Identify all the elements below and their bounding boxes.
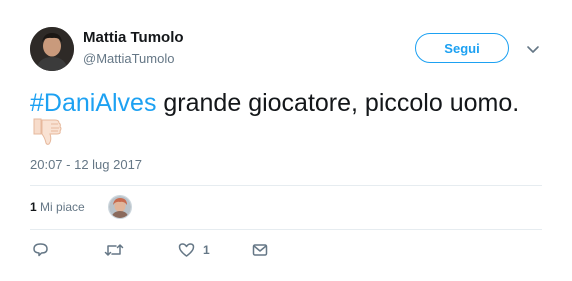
tweet-timestamp[interactable]: 20:07 - 12 lug 2017 [30, 157, 142, 172]
like-count: 1 [203, 243, 210, 257]
direct-message-button[interactable] [252, 240, 268, 260]
tweet-text: #DaniAlves grande giocatore, piccolo uom… [30, 88, 519, 118]
retweet-icon [104, 244, 124, 256]
user-display-name[interactable]: Mattia Tumolo [83, 29, 184, 46]
divider [30, 229, 542, 230]
heart-icon [178, 243, 195, 257]
user-handle[interactable]: @MattiaTumolo [83, 51, 174, 66]
reply-icon [33, 243, 48, 257]
divider [30, 185, 542, 186]
tweet-body: grande giocatore, piccolo uomo. [156, 89, 520, 117]
user-avatar[interactable] [30, 27, 74, 71]
like-button[interactable]: 1 [178, 240, 210, 260]
chevron-down-icon[interactable] [526, 42, 540, 53]
likes-count-value: 1 [30, 200, 37, 214]
hashtag-link[interactable]: #DaniAlves [30, 89, 156, 117]
envelope-icon [252, 244, 268, 256]
reply-button[interactable] [32, 240, 49, 260]
liker-avatar[interactable] [108, 195, 132, 219]
retweet-button[interactable] [104, 240, 124, 260]
thumbs-down-icon [30, 116, 64, 146]
follow-button[interactable]: Segui [415, 33, 509, 63]
likes-stat[interactable]: 1 Mi piace [30, 200, 85, 214]
likes-label: Mi piace [40, 200, 85, 214]
